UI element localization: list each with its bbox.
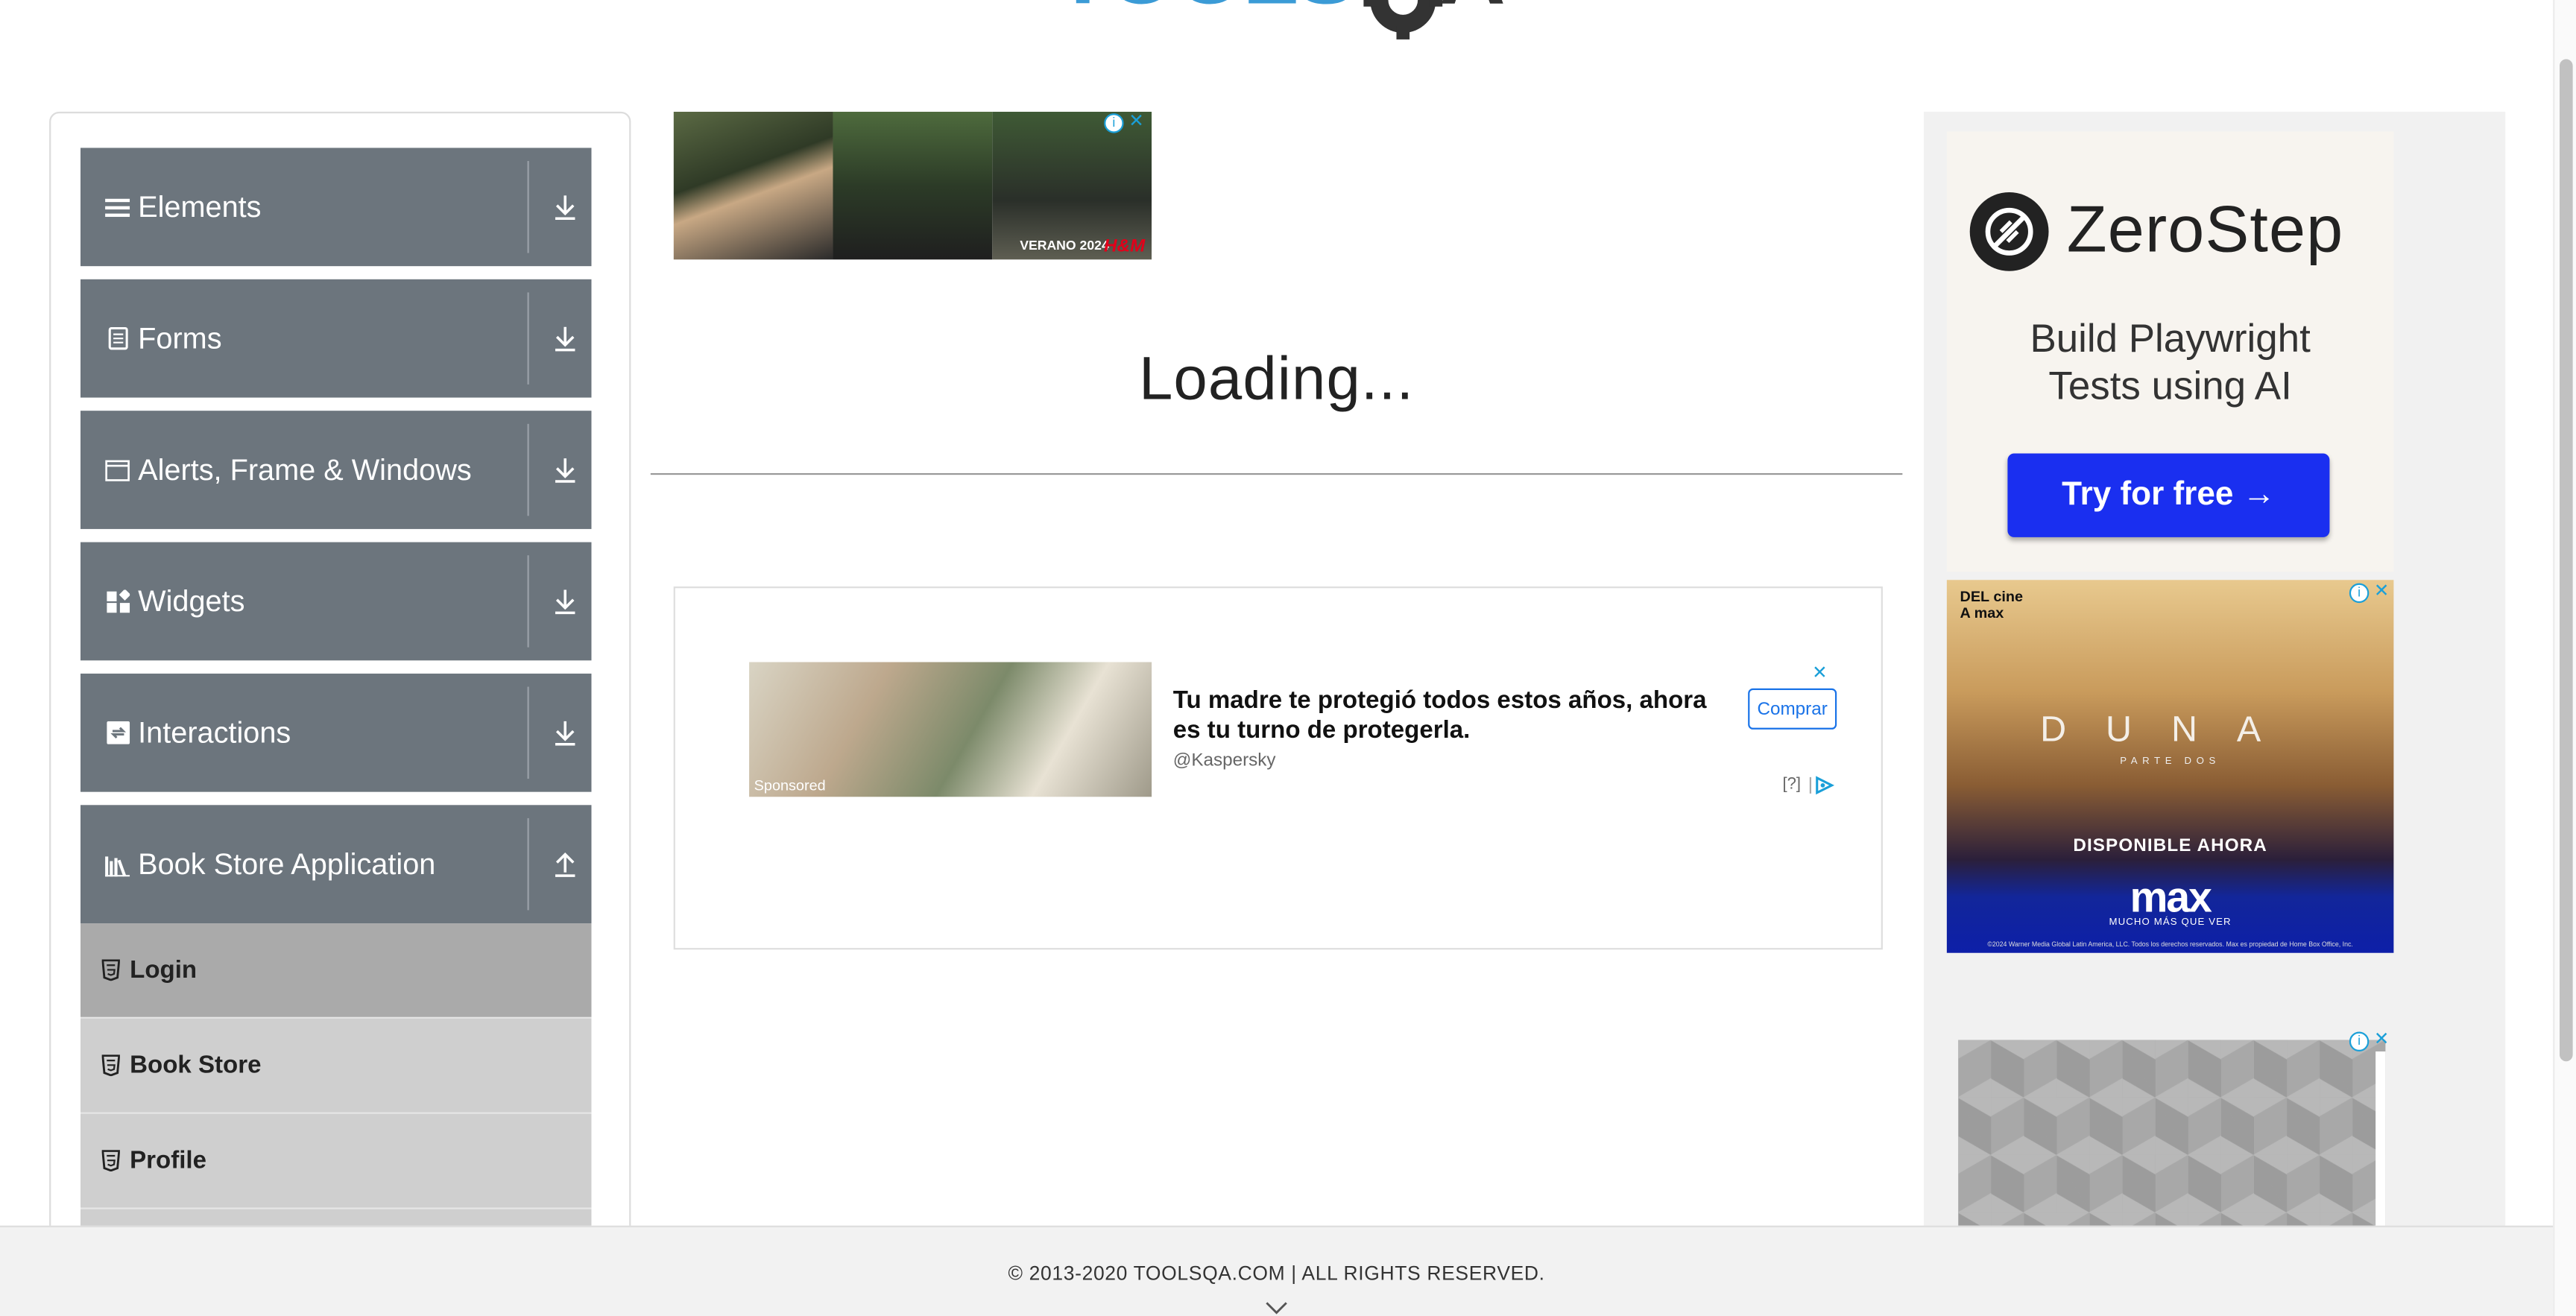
sidebar-item-label: Book Store bbox=[130, 1051, 262, 1080]
sidebar-item-book-store[interactable]: Book Store bbox=[80, 1018, 592, 1114]
ad-close-icon[interactable]: ✕ bbox=[1128, 110, 1143, 131]
sidebar-group-label: Alerts, Frame & Windows bbox=[138, 452, 472, 486]
adchoices-icon[interactable] bbox=[1809, 774, 1835, 795]
ad-info-icon[interactable]: i bbox=[2349, 1031, 2370, 1052]
form-icon bbox=[105, 326, 130, 351]
svg-text:TOOLS: TOOLS bbox=[1055, 0, 1354, 23]
max-tagline: MUCHO MÁS QUE VER bbox=[2109, 918, 2232, 929]
sidebar-item-label: Login bbox=[130, 956, 198, 984]
divider bbox=[527, 686, 529, 779]
del-cine-label: DEL cine A max bbox=[1960, 588, 2023, 621]
del-cine-text: DEL cine bbox=[1960, 588, 2024, 605]
sidebar-item-label: Profile bbox=[130, 1146, 207, 1175]
max-dune-ad[interactable]: DEL cine A max DUNA PARTE DOS DISPONIBLE … bbox=[1946, 580, 2394, 953]
divider bbox=[527, 292, 529, 385]
sidebar-group-forms[interactable]: Forms bbox=[80, 279, 592, 398]
window-icon bbox=[105, 458, 130, 482]
divider bbox=[650, 472, 1903, 475]
expand-arrow-icon[interactable] bbox=[552, 191, 578, 224]
max-logo: max bbox=[2130, 872, 2212, 922]
divider bbox=[527, 817, 529, 911]
divider bbox=[527, 161, 529, 253]
collapse-arrow-icon[interactable] bbox=[552, 848, 578, 881]
sidebar-item-profile[interactable]: Profile bbox=[80, 1113, 592, 1209]
html5-icon bbox=[101, 1054, 121, 1077]
interactions-icon bbox=[105, 721, 130, 745]
ad-info-icon[interactable]: i bbox=[1104, 113, 1124, 133]
ad-close-icon[interactable]: ✕ bbox=[1812, 662, 1827, 683]
expand-arrow-icon[interactable] bbox=[552, 453, 578, 486]
sidebar-group-elements[interactable]: Elements bbox=[80, 148, 592, 267]
zerostep-logo: ZeroStep bbox=[1969, 186, 2381, 276]
sponsored-label: Sponsored bbox=[754, 776, 826, 794]
sidebar-group-book-store-application[interactable]: Book Store Application bbox=[80, 805, 592, 924]
a-max-text: A max bbox=[1960, 604, 2004, 621]
toolsqa-logo[interactable]: TOOLS A bbox=[1052, 0, 1528, 63]
expand-arrow-icon[interactable] bbox=[552, 585, 578, 618]
ad-cta-button[interactable]: Comprar bbox=[1748, 688, 1837, 730]
loading-text: Loading... bbox=[1138, 344, 1415, 413]
footer-copyright: © 2013-2020 TOOLSQA.COM | ALL RIGHTS RES… bbox=[1008, 1262, 1545, 1285]
ad-help-link[interactable]: [?] bbox=[1782, 776, 1801, 794]
kaspersky-ad-image[interactable]: Sponsored bbox=[749, 662, 1152, 797]
svg-text:A: A bbox=[1439, 0, 1506, 23]
sidebar-group-widgets[interactable]: Widgets bbox=[80, 542, 592, 661]
sidebar-group-label: Interactions bbox=[138, 715, 291, 749]
ad-info-icon[interactable]: i bbox=[2349, 583, 2370, 604]
sidebar-group-label: Widgets bbox=[138, 583, 245, 617]
sidebar-group-label: Elements bbox=[138, 189, 262, 223]
sidebar-group-label: Book Store Application bbox=[138, 847, 436, 880]
expand-arrow-icon[interactable] bbox=[552, 716, 578, 749]
ad-image bbox=[833, 111, 993, 260]
ad-image bbox=[673, 111, 833, 260]
zerostep-logo-icon bbox=[1969, 191, 2049, 271]
html5-icon bbox=[101, 959, 121, 981]
divider bbox=[527, 555, 529, 648]
html5-icon bbox=[101, 1149, 121, 1172]
ad-headline[interactable]: Tu madre te protegió todos estos años, a… bbox=[1173, 687, 1731, 746]
sidebar-group-alerts[interactable]: Alerts, Frame & Windows bbox=[80, 411, 592, 529]
sidebar-group-label: Forms bbox=[138, 321, 222, 355]
ad-close-icon[interactable]: ✕ bbox=[2374, 1028, 2389, 1049]
fine-print: ©2024 Warner Media Global Latin America,… bbox=[1987, 940, 2353, 949]
hm-ad-banner[interactable]: VERANO 2024 H&M bbox=[673, 111, 1152, 260]
ad-source: @Kaspersky bbox=[1172, 750, 1276, 771]
list-icon bbox=[105, 194, 130, 219]
hm-logo: H&M bbox=[1104, 236, 1146, 256]
zerostep-tagline-line: Tests using AI bbox=[2048, 364, 2292, 409]
try-for-free-button[interactable]: Try for free → bbox=[2007, 453, 2330, 537]
divider bbox=[527, 423, 529, 516]
ad-help-text: [?] bbox=[1782, 775, 1801, 794]
dune-title: DUNA bbox=[2040, 708, 2301, 750]
sidebar-item-login[interactable]: Login bbox=[80, 923, 592, 1019]
available-now-label: DISPONIBLE AHORA bbox=[2073, 836, 2267, 856]
sidebar-group-interactions[interactable]: Interactions bbox=[80, 673, 592, 792]
chevron-down-icon[interactable] bbox=[1265, 1294, 1288, 1315]
zerostep-name: ZeroStep bbox=[2066, 194, 2344, 267]
zerostep-tagline-line: Build Playwright bbox=[2030, 317, 2311, 362]
expand-arrow-icon[interactable] bbox=[552, 322, 578, 355]
ad-image: VERANO 2024 H&M bbox=[992, 111, 1152, 260]
books-icon bbox=[105, 852, 130, 876]
widgets-icon bbox=[105, 589, 130, 613]
dune-subtitle: PARTE DOS bbox=[2120, 757, 2220, 768]
zerostep-tagline: Build Playwright Tests using AI bbox=[1947, 315, 2394, 411]
ad-brand-text: VERANO 2024 bbox=[1020, 238, 1109, 253]
ad-close-icon[interactable]: ✕ bbox=[2374, 580, 2389, 601]
scrollbar-thumb[interactable] bbox=[2559, 59, 2573, 1062]
